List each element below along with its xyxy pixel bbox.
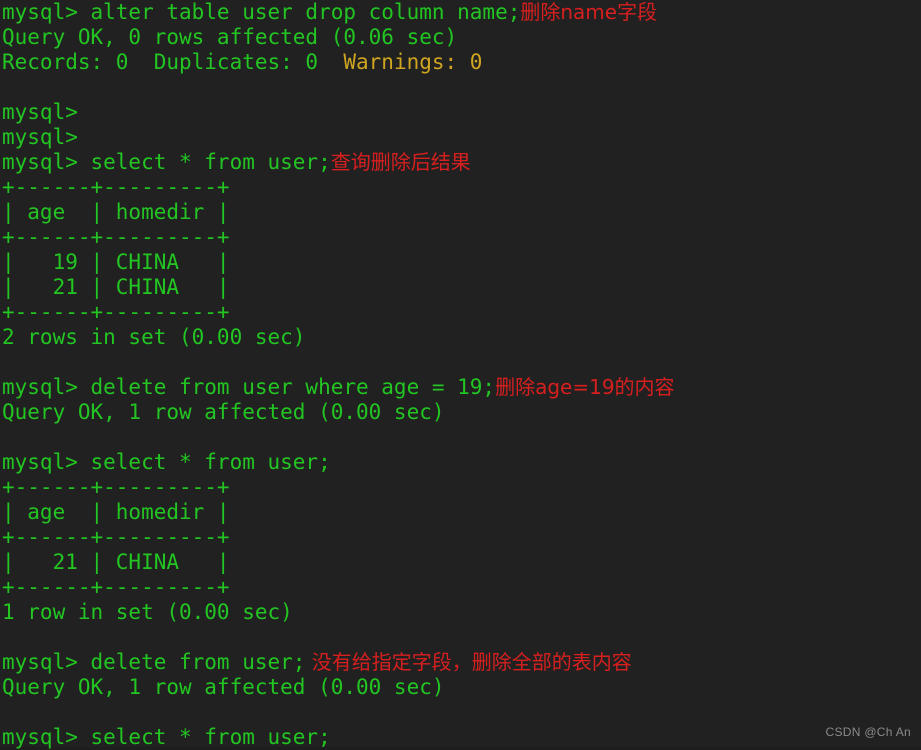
terminal-text-green: mysql> select * from user; [2, 150, 331, 174]
terminal-text-green: Query OK, 0 rows affected (0.06 sec) [2, 25, 458, 49]
terminal-line: 2 rows in set (0.00 sec) [0, 325, 921, 350]
terminal-line: mysql> delete from user where age = 19;删… [0, 375, 921, 400]
terminal-line: | age | homedir | [0, 500, 921, 525]
terminal-line: Records: 0 Duplicates: 0 Warnings: 0 [0, 50, 921, 75]
terminal-line: | age | homedir | [0, 200, 921, 225]
terminal-line: mysql> select * from user; [0, 450, 921, 475]
terminal-line: mysql> select * from user; [0, 725, 921, 750]
terminal-text-green: +------+---------+ [2, 225, 230, 249]
terminal-line: +------+---------+ [0, 575, 921, 600]
terminal-text-green: 2 rows in set (0.00 sec) [2, 325, 306, 349]
terminal-line: | 19 | CHINA | [0, 250, 921, 275]
terminal-text-green: mysql> [2, 125, 78, 149]
terminal-line: +------+---------+ [0, 300, 921, 325]
terminal-text-green: mysql> delete from user; [2, 650, 306, 674]
terminal-line: | 21 | CHINA | [0, 275, 921, 300]
terminal-line: mysql> delete from user; 没有给指定字段，删除全部的表内… [0, 650, 921, 675]
terminal-line: Query OK, 1 row affected (0.00 sec) [0, 400, 921, 425]
terminal-text-green: Records: 0 Duplicates: 0 [2, 50, 344, 74]
terminal-text-green: mysql> alter table user drop column name… [2, 0, 521, 24]
annotation-text: 查询删除后结果 [330, 150, 471, 174]
terminal-line: mysql> [0, 125, 921, 150]
terminal-line: +------+---------+ [0, 475, 921, 500]
terminal-text-green: Query OK, 1 row affected (0.00 sec) [2, 400, 445, 424]
terminal-text-green: mysql> delete from user where age = 19; [2, 375, 496, 399]
terminal-text-green: Query OK, 1 row affected (0.00 sec) [2, 675, 445, 699]
terminal-output: mysql> alter table user drop column name… [0, 0, 921, 750]
terminal-text-green: mysql> select * from user; [2, 725, 331, 749]
terminal-line: +------+---------+ [0, 225, 921, 250]
terminal-line: mysql> alter table user drop column name… [0, 0, 921, 25]
terminal-text-green: mysql> [2, 100, 78, 124]
terminal-text-green: | 21 | CHINA | [2, 550, 230, 574]
terminal-text-green: | 19 | CHINA | [2, 250, 230, 274]
terminal-window[interactable]: mysql> alter table user drop column name… [0, 0, 921, 750]
terminal-line: +------+---------+ [0, 175, 921, 200]
terminal-line: | 21 | CHINA | [0, 550, 921, 575]
terminal-line: 1 row in set (0.00 sec) [0, 600, 921, 625]
terminal-text-green: | age | homedir | [2, 200, 230, 224]
terminal-text-green: +------+---------+ [2, 475, 230, 499]
terminal-text-green: +------+---------+ [2, 575, 230, 599]
annotation-text: 没有给指定字段，删除全部的表内容 [305, 650, 632, 674]
annotation-text: 删除name字段 [520, 0, 658, 24]
terminal-text-green: mysql> select * from user; [2, 450, 331, 474]
terminal-text-green: 1 row in set (0.00 sec) [2, 600, 293, 624]
terminal-text-green: +------+---------+ [2, 300, 230, 324]
terminal-line: +------+---------+ [0, 525, 921, 550]
watermark-label: CSDN @Ch An [825, 725, 911, 739]
annotation-text: 删除age=19的内容 [495, 375, 675, 399]
terminal-line: mysql> [0, 100, 921, 125]
terminal-text-warning: Warnings: 0 [343, 50, 483, 74]
terminal-line: Query OK, 0 rows affected (0.06 sec) [0, 25, 921, 50]
terminal-line: mysql> select * from user;查询删除后结果 [0, 150, 921, 175]
terminal-text-green: | 21 | CHINA | [2, 275, 230, 299]
terminal-text-green: +------+---------+ [2, 525, 230, 549]
terminal-text-green: +------+---------+ [2, 175, 230, 199]
terminal-line: Query OK, 1 row affected (0.00 sec) [0, 675, 921, 700]
terminal-text-green: | age | homedir | [2, 500, 230, 524]
